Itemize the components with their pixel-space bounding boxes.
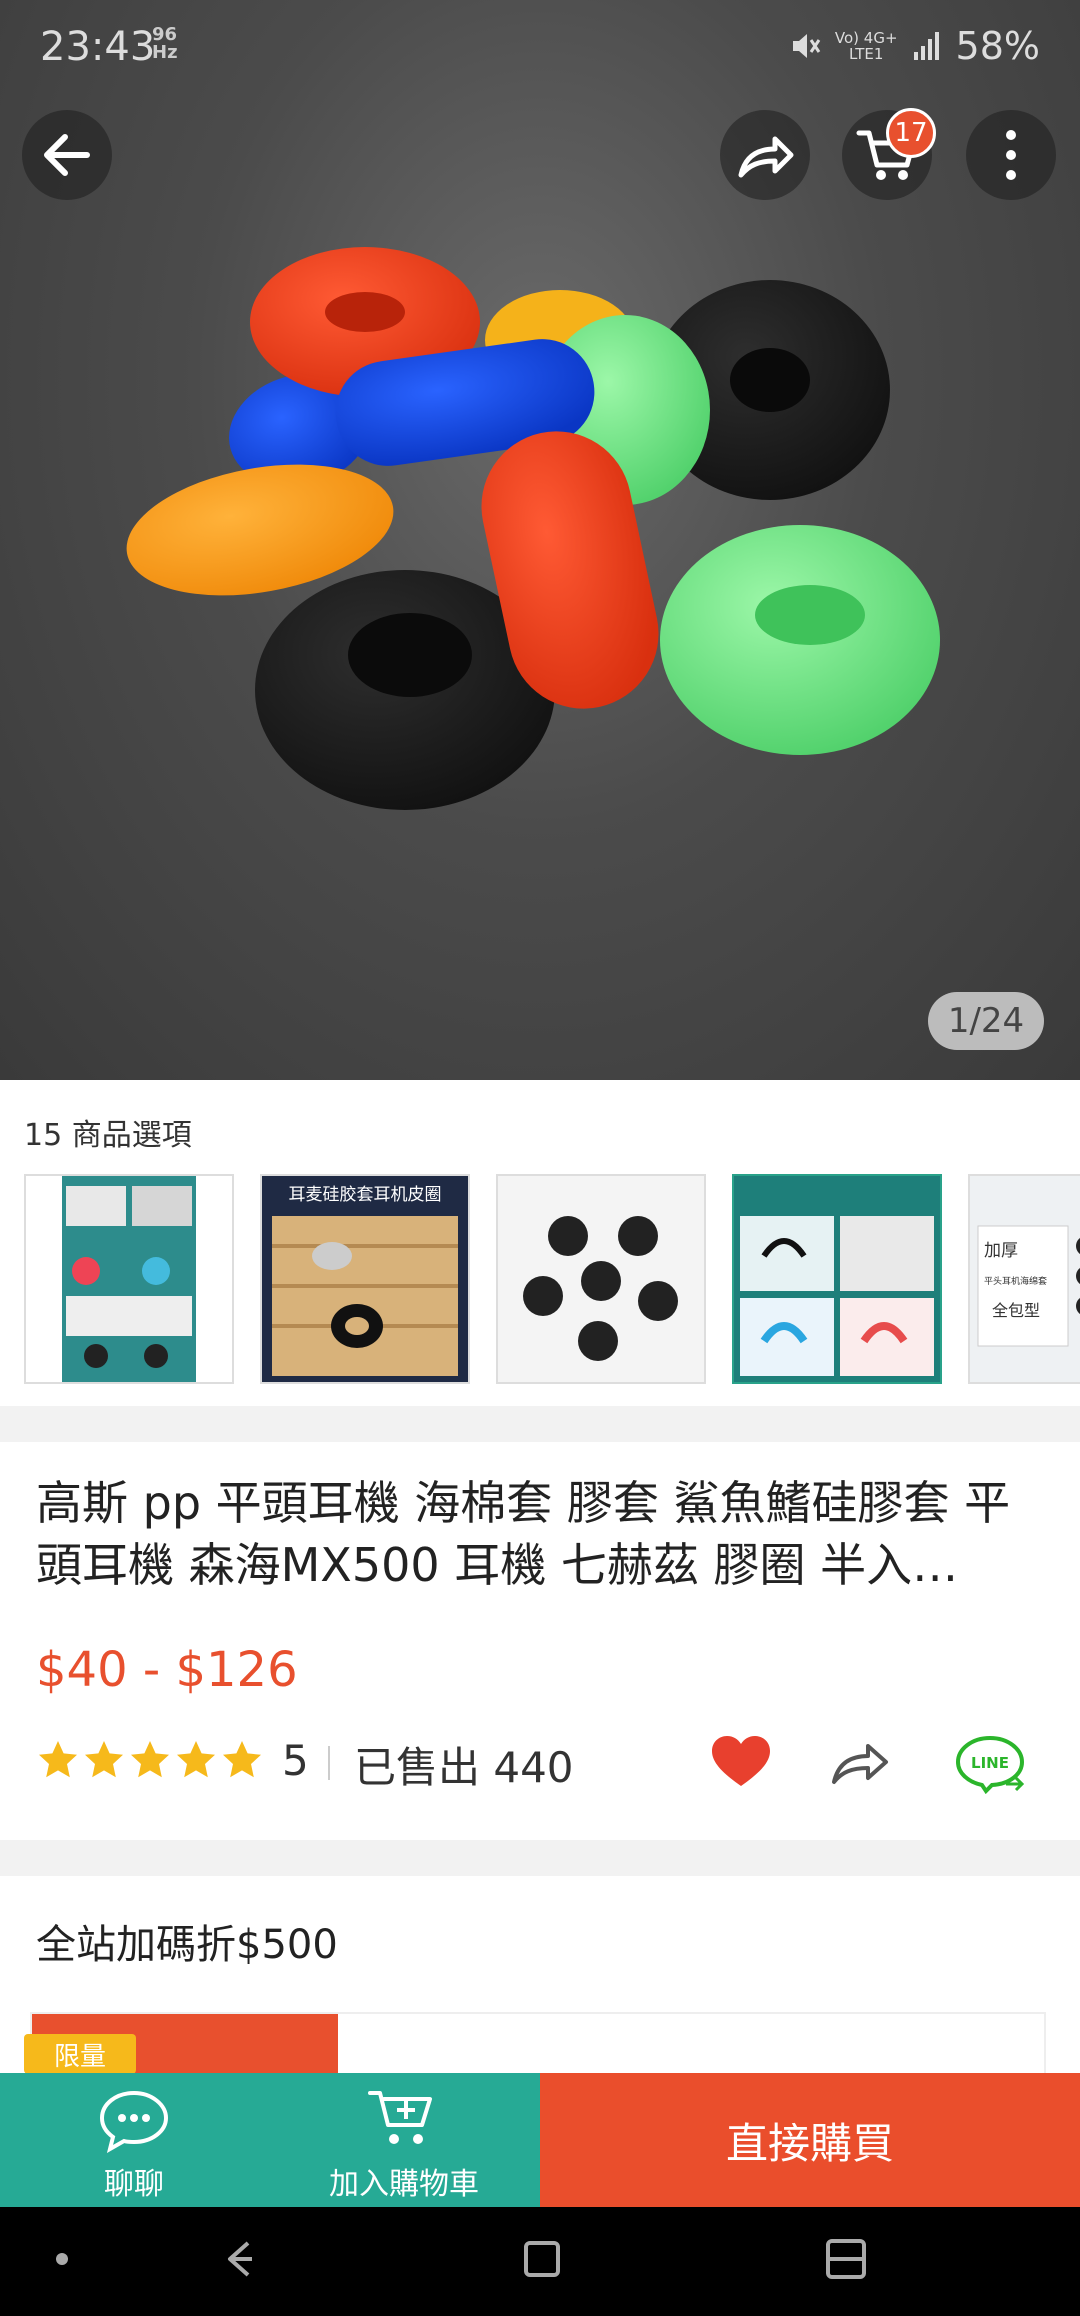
- product-info: 高斯 pp 平頭耳機 海棉套 膠套 鯊魚鰭硅膠套 平頭耳機 森海MX500 耳機…: [0, 1442, 1080, 1840]
- add-to-cart-button[interactable]: 加入購物車: [268, 2073, 540, 2207]
- star-icon: [223, 1741, 261, 1778]
- limited-tag: 限量: [24, 2034, 136, 2074]
- promo-section: 全站加碼折$500 限量: [0, 1876, 1080, 2094]
- thumb-5-line3: 全包型: [992, 1301, 1040, 1320]
- thumb-image: 耳麦硅胶套耳机皮圈: [262, 1176, 468, 1382]
- cart-badge: 17: [886, 108, 936, 158]
- option-thumb-1[interactable]: [24, 1174, 234, 1384]
- nav-home-icon[interactable]: [522, 2239, 562, 2279]
- thumb-image: [734, 1176, 940, 1382]
- rating-row: 5 已售出 440 LINE: [36, 1732, 1046, 1794]
- option-thumb-3[interactable]: [496, 1174, 706, 1384]
- product-main-image[interactable]: 23:43 96 Hz Vo) 4G+ LTE1 58% 17 1/24: [0, 0, 1080, 1080]
- cart-button[interactable]: 17: [842, 108, 936, 200]
- line-share-icon[interactable]: LINE: [954, 1732, 1030, 1794]
- thumb-image: [62, 1176, 196, 1382]
- product-options: 15 商品選項 耳麦硅胶套耳机皮圈 加厚 平头耳机海绵套 全包型: [0, 1080, 1080, 1406]
- image-counter: 1/24: [928, 992, 1044, 1050]
- mute-icon: [792, 34, 821, 58]
- network-indicator: Vo) 4G+ LTE1: [834, 29, 898, 63]
- thumb-5-line2: 平头耳机海绵套: [984, 1275, 1047, 1287]
- status-time: 23:43: [40, 24, 156, 70]
- options-count-label: 15 商品選項: [24, 1118, 192, 1153]
- nav-back-icon[interactable]: [218, 2237, 262, 2281]
- back-arrow-icon: [44, 134, 90, 176]
- rating-stars: [36, 1738, 264, 1782]
- back-button[interactable]: [22, 110, 112, 200]
- product-price: $40 - $126: [36, 1642, 298, 1698]
- option-thumb-2[interactable]: 耳麦硅胶套耳机皮圈: [260, 1174, 470, 1384]
- signal-icon: [913, 32, 939, 60]
- option-thumb-4[interactable]: [732, 1174, 942, 1384]
- star-icon: [177, 1741, 215, 1778]
- star-icon: [39, 1741, 77, 1778]
- rating-value: 5: [282, 1736, 309, 1785]
- heart-icon[interactable]: [708, 1732, 774, 1792]
- chat-label: 聊聊: [104, 2167, 164, 2202]
- more-vertical-icon: [1006, 130, 1016, 180]
- thumb-5-line1: 加厚: [984, 1241, 1018, 1261]
- share-icon: [738, 136, 794, 178]
- refresh-rate: 96 Hz: [152, 24, 178, 63]
- svg-text:LINE: LINE: [971, 1754, 1009, 1772]
- add-cart-icon: [368, 2091, 432, 2144]
- thumb-image: [498, 1176, 704, 1382]
- star-icon: [131, 1741, 169, 1778]
- system-nav-bar: [0, 2207, 1080, 2316]
- more-button[interactable]: [966, 110, 1056, 200]
- chat-button[interactable]: 聊聊: [0, 2073, 268, 2207]
- status-bar: 23:43 96 Hz Vo) 4G+ LTE1 58%: [0, 0, 1080, 96]
- star-icon: [85, 1741, 123, 1778]
- promo-text: 全站加碼折$500: [36, 1922, 338, 1968]
- chat-bubble-icon: [99, 2090, 169, 2153]
- status-right: Vo) 4G+ LTE1 58%: [789, 24, 1040, 68]
- option-thumb-5[interactable]: 加厚 平头耳机海绵套 全包型: [968, 1174, 1080, 1384]
- bottom-action-bar: 聊聊 加入購物車 直接購買: [0, 2073, 1080, 2207]
- battery-percent: 58%: [955, 24, 1040, 68]
- share-button[interactable]: [720, 110, 810, 200]
- nav-dot-icon[interactable]: [54, 2251, 70, 2267]
- rating-divider: [328, 1746, 330, 1780]
- nav-recents-icon[interactable]: [824, 2237, 868, 2281]
- sold-count: 已售出 440: [354, 1743, 574, 1792]
- share-outline-icon[interactable]: [828, 1734, 894, 1790]
- product-title: 高斯 pp 平頭耳機 海棉套 膠套 鯊魚鰭硅膠套 平頭耳機 森海MX500 耳機…: [36, 1476, 1011, 1592]
- add-cart-label: 加入購物車: [329, 2167, 479, 2202]
- buy-now-button[interactable]: 直接購買: [540, 2073, 1080, 2207]
- thumb-2-title: 耳麦硅胶套耳机皮圈: [289, 1185, 442, 1205]
- thumb-image: 加厚 平头耳机海绵套 全包型: [970, 1176, 1080, 1382]
